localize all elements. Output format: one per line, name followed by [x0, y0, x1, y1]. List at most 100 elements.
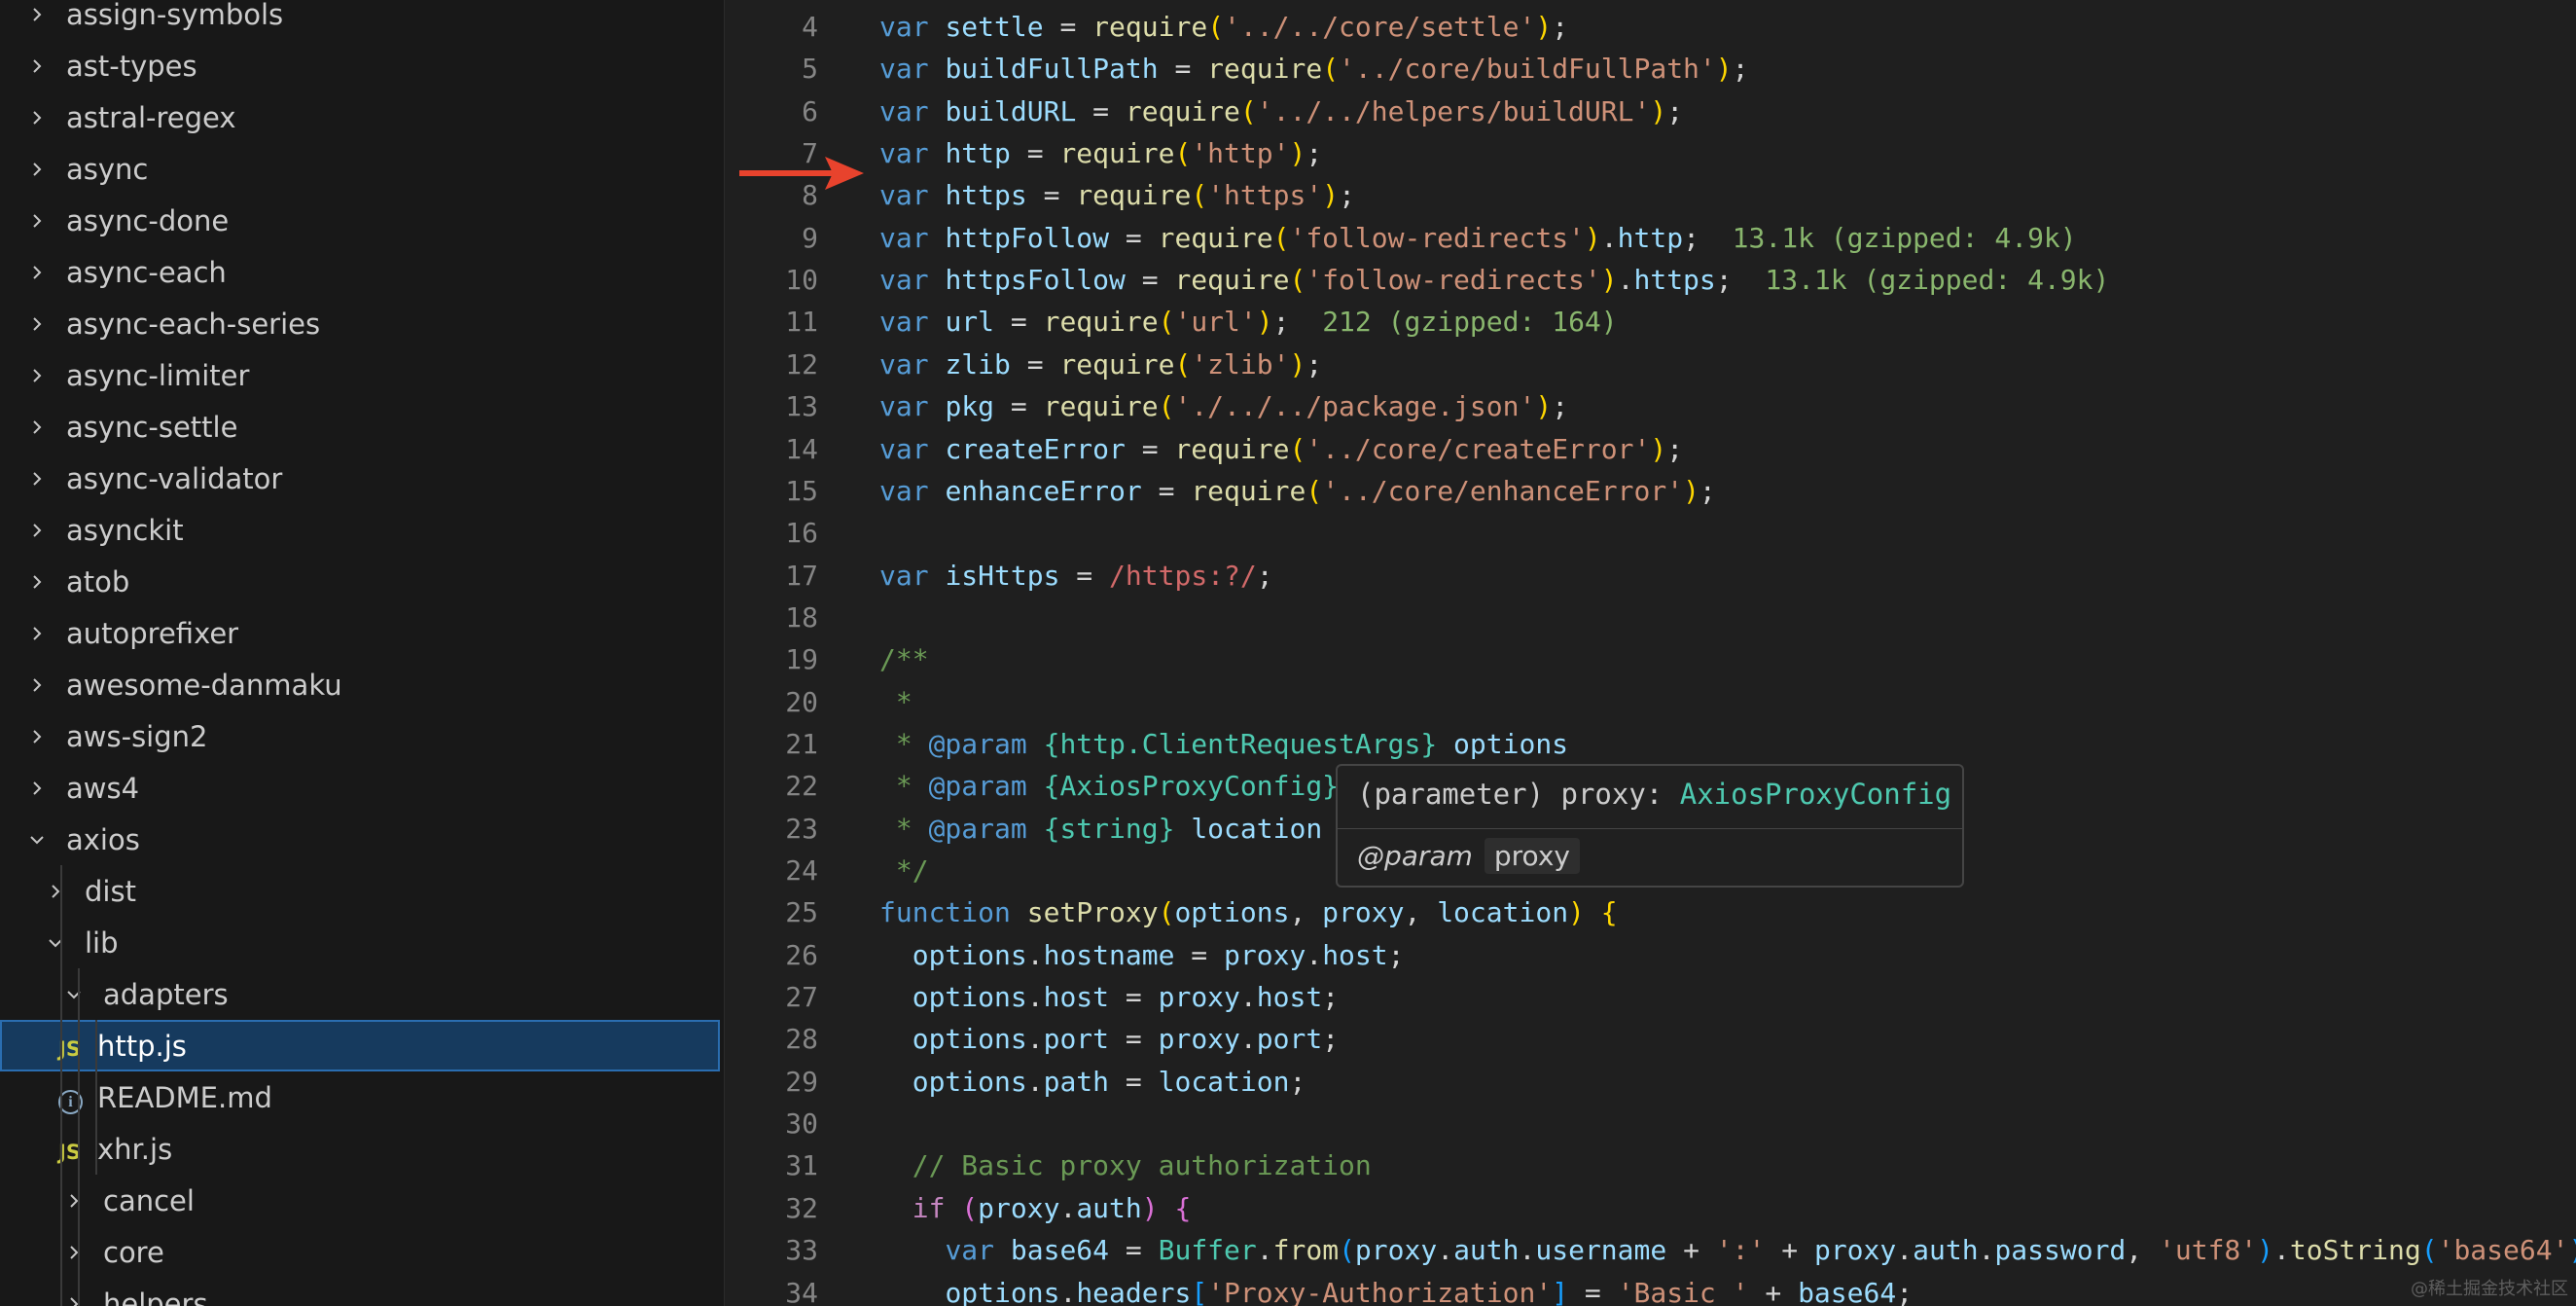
code-line[interactable]: 9 var httpFollow = require('follow-redire…	[725, 217, 2576, 259]
tree-folder-async-each-series[interactable]: async-each-series	[0, 298, 724, 349]
code-token: options	[1453, 727, 1569, 760]
code-line[interactable]: 27 options.host = proxy.host;	[725, 976, 2576, 1018]
code-line[interactable]: 18	[725, 597, 2576, 638]
chevron-right-icon[interactable]	[29, 780, 45, 796]
code-line[interactable]: 5 var buildFullPath = require('../core/bu…	[725, 48, 2576, 90]
code-token: proxy	[1354, 1234, 1438, 1267]
tree-file-http-js[interactable]: JS http.js	[0, 1020, 720, 1071]
tree-folder-atob[interactable]: atob	[0, 556, 724, 607]
chevron-right-icon[interactable]	[29, 316, 45, 332]
code-token: )	[1600, 264, 1618, 297]
code-line[interactable]: 16	[725, 512, 2576, 554]
code-token: 'Proxy-Authorization'	[1207, 1276, 1553, 1306]
code-token: '../../core/settle'	[1224, 11, 1536, 43]
code-text: */	[879, 850, 929, 891]
tree-folder-lib[interactable]: lib	[0, 917, 724, 968]
chevron-right-icon[interactable]	[29, 7, 45, 22]
chevron-right-icon[interactable]	[29, 58, 45, 74]
code-token: ;	[1732, 53, 1749, 86]
chevron-right-icon[interactable]	[29, 419, 45, 435]
chevron-right-icon[interactable]	[29, 471, 45, 487]
tree-folder-axios[interactable]: axios	[0, 814, 724, 865]
code-token: =	[1109, 221, 1159, 254]
chevron-down-icon[interactable]	[29, 832, 45, 848]
tree-folder-adapters[interactable]: adapters	[0, 968, 724, 1020]
code-line[interactable]: 31 // Basic proxy authorization	[725, 1144, 2576, 1186]
code-token: options	[912, 981, 1027, 1014]
code-line[interactable]: 13 var pkg = require('./../../package.jso…	[725, 385, 2576, 427]
tree-folder-assign-symbols[interactable]: assign-symbols	[0, 0, 724, 40]
code-line[interactable]: 19 /**	[725, 638, 2576, 680]
code-line[interactable]: 32 if (proxy.auth) {	[725, 1187, 2576, 1229]
code-line[interactable]: 33 var base64 = Buffer.from(proxy.auth.u…	[725, 1229, 2576, 1271]
tree-folder-async-limiter[interactable]: async-limiter	[0, 349, 724, 401]
tree-folder-async-done[interactable]: async-done	[0, 195, 724, 246]
code-line[interactable]: 8 var https = require('https');	[725, 174, 2576, 216]
code-line[interactable]: 30	[725, 1103, 2576, 1144]
code-line[interactable]: 6 var buildURL = require('../../helpers/b…	[725, 91, 2576, 132]
tree-folder-helpers[interactable]: helpers	[0, 1278, 724, 1306]
red-arrow-annotation	[739, 157, 864, 190]
line-number: 18	[785, 600, 818, 634]
tree-folder-aws4[interactable]: aws4	[0, 762, 724, 814]
code-token: )	[2257, 1234, 2274, 1267]
chevron-right-icon[interactable]	[29, 265, 45, 280]
code-line[interactable]: 4 var settle = require('../../core/settle…	[725, 6, 2576, 48]
chevron-right-icon[interactable]	[29, 729, 45, 744]
chevron-right-icon[interactable]	[29, 523, 45, 538]
code-token: )	[1535, 11, 1553, 43]
code-line[interactable]: 7 var http = require('http');	[725, 132, 2576, 174]
code-token: *	[879, 685, 912, 718]
tree-folder-aws-sign2[interactable]: aws-sign2	[0, 710, 724, 762]
tree-folder-async-each[interactable]: async-each	[0, 246, 724, 298]
code-line[interactable]: 25 function setProxy(options, proxy, loca…	[725, 891, 2576, 933]
code-text: *	[879, 681, 912, 723]
code-token: (	[1339, 1234, 1355, 1267]
code-token: http	[1617, 221, 1684, 254]
chevron-right-icon[interactable]	[29, 162, 45, 177]
code-line[interactable]: 34 options.headers['Proxy-Authorization'…	[725, 1272, 2576, 1306]
tree-file-xhr-js[interactable]: JS xhr.js	[0, 1123, 724, 1175]
code-token: var	[879, 432, 929, 465]
code-token: =	[994, 390, 1044, 423]
chevron-right-icon[interactable]	[29, 626, 45, 641]
chevron-right-icon[interactable]	[29, 574, 45, 590]
tree-folder-asynckit[interactable]: asynckit	[0, 504, 724, 556]
chevron-right-icon[interactable]	[29, 677, 45, 693]
tree-folder-async-validator[interactable]: async-validator	[0, 453, 724, 504]
code-token: options	[912, 938, 1027, 971]
chevron-right-icon[interactable]	[29, 213, 45, 229]
code-line[interactable]: 28 options.port = proxy.port;	[725, 1018, 2576, 1060]
chevron-right-icon[interactable]	[29, 110, 45, 126]
code-token: settle	[945, 11, 1044, 43]
tree-folder-ast-types[interactable]: ast-types	[0, 40, 724, 91]
tree-folder-astral-regex[interactable]: astral-regex	[0, 91, 724, 143]
tree-folder-cancel[interactable]: cancel	[0, 1175, 724, 1226]
code-line[interactable]: 10 var httpsFollow = require('follow-redi…	[725, 259, 2576, 301]
tree-folder-async[interactable]: async	[0, 143, 724, 195]
code-editor[interactable]: 4 var settle = require('../../core/settle…	[725, 0, 2576, 1306]
chevron-right-icon[interactable]	[29, 368, 45, 383]
code-line[interactable]: 26 options.hostname = proxy.host;	[725, 934, 2576, 976]
tree-folder-async-settle[interactable]: async-settle	[0, 401, 724, 453]
code-line[interactable]: 14 var createError = require('../core/cre…	[725, 428, 2576, 470]
watermark: @稀土掘金技术社区	[2411, 1279, 2568, 1299]
tree-folder-autoprefixer[interactable]: autoprefixer	[0, 607, 724, 659]
tree-folder-core[interactable]: core	[0, 1226, 724, 1278]
code-line[interactable]: 29 options.path = location;	[725, 1061, 2576, 1103]
tree-folder-awesome-danmaku[interactable]: awesome-danmaku	[0, 659, 724, 710]
code-token: toString	[2289, 1234, 2421, 1267]
code-line[interactable]: 15 var enhanceError = require('../core/en…	[725, 470, 2576, 512]
code-line[interactable]: 12 var zlib = require('zlib');	[725, 344, 2576, 385]
code-token: .	[2273, 1234, 2290, 1267]
code-line[interactable]: 20 *	[725, 681, 2576, 723]
code-line[interactable]: 21 * @param {http.ClientRequestArgs} opt…	[725, 723, 2576, 765]
tree-folder-dist[interactable]: dist	[0, 865, 724, 917]
code-token: .	[1239, 981, 1257, 1014]
tree-file-readme-md[interactable]: i README.md	[0, 1071, 724, 1123]
code-line[interactable]: 17 var isHttps = /https:?/;	[725, 555, 2576, 597]
code-line[interactable]: 11 var url = require('url'); 212 (gzipped…	[725, 301, 2576, 343]
